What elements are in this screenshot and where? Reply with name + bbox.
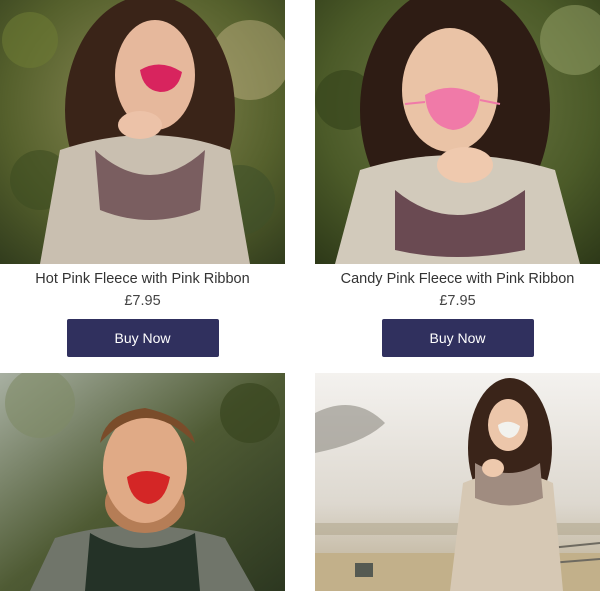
product-title[interactable]: Hot Pink Fleece with Pink Ribbon	[0, 270, 285, 288]
product-card: Candy Pink Fleece with Pink Ribbon £7.95…	[315, 0, 600, 357]
product-card	[315, 373, 600, 591]
product-price: £7.95	[439, 293, 476, 309]
product-card: Hot Pink Fleece with Pink Ribbon £7.95 B…	[0, 0, 285, 357]
buy-now-button[interactable]: Buy Now	[381, 319, 534, 357]
product-price: £7.95	[124, 293, 161, 309]
product-card	[0, 373, 285, 591]
product-photo[interactable]	[315, 373, 600, 591]
product-title[interactable]: Candy Pink Fleece with Pink Ribbon	[315, 270, 600, 288]
product-photo[interactable]	[0, 0, 285, 264]
product-photo[interactable]	[315, 0, 600, 264]
product-grid: Hot Pink Fleece with Pink Ribbon £7.95 B…	[0, 0, 600, 591]
product-photo[interactable]	[0, 373, 285, 591]
buy-now-button[interactable]: Buy Now	[66, 319, 219, 357]
